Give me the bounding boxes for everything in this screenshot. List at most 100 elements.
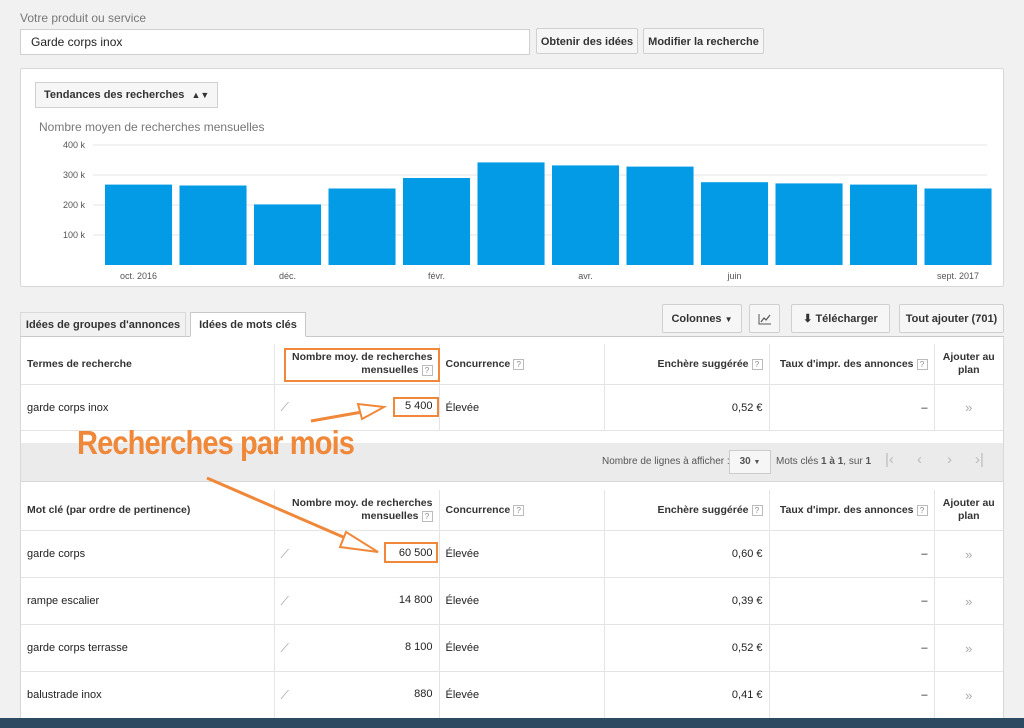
help-icon[interactable]: ? xyxy=(421,510,433,522)
searches-value: 880 xyxy=(414,687,433,700)
prev-page-icon[interactable]: ‹ xyxy=(917,451,922,468)
impr-cell: – xyxy=(769,624,935,672)
header-add[interactable]: Ajouter au plan xyxy=(934,344,1003,385)
competition-cell: Élevée xyxy=(439,624,605,672)
download-label: Télécharger xyxy=(815,313,878,325)
table-row[interactable]: garde corps ⟋ 60 500 Élevée 0,60 € – » xyxy=(21,530,1003,578)
y-tick-label: 300 k xyxy=(63,170,86,180)
table-row[interactable]: rampe escalier ⟋ 14 800 Élevée 0,39 € – » xyxy=(21,577,1003,625)
chart-bar[interactable] xyxy=(701,182,769,265)
double-chevron-right-icon[interactable]: » xyxy=(965,688,972,703)
add-to-plan-cell: » xyxy=(934,671,1003,719)
header-competition[interactable]: Concurrence? xyxy=(439,490,605,531)
impr-cell: – xyxy=(769,671,935,719)
trend-dropdown[interactable]: Tendances des recherches ▲▼ xyxy=(35,82,219,108)
trend-icon[interactable]: ⟋ xyxy=(281,688,289,703)
chart-bar[interactable] xyxy=(179,185,247,266)
double-chevron-right-icon[interactable]: » xyxy=(965,547,972,562)
header-impr[interactable]: Taux d'impr. des annonces? xyxy=(769,344,935,385)
help-icon[interactable]: ? xyxy=(513,504,525,516)
line-chart-button[interactable] xyxy=(749,304,780,333)
keyword-term: rampe escalier xyxy=(21,577,275,625)
line-chart-icon xyxy=(758,314,771,325)
searches-value: 14 800 xyxy=(398,593,433,606)
searches-cell: ⟋ 880 xyxy=(274,671,440,719)
range-text: Mots clés 1 à 1, sur 1 xyxy=(776,456,871,467)
help-icon[interactable]: ? xyxy=(916,358,928,370)
header-bid-label: Enchère suggérée xyxy=(657,504,749,516)
trend-icon[interactable]: ⟋ xyxy=(281,400,289,415)
y-tick-label: 200 k xyxy=(63,200,86,210)
header-bid[interactable]: Enchère suggérée? xyxy=(604,490,770,531)
chart-bar[interactable] xyxy=(254,204,322,265)
table-row[interactable]: balustrade inox ⟋ 880 Élevée 0,41 € – » xyxy=(21,671,1003,719)
header-bid-label: Enchère suggérée xyxy=(657,358,749,370)
header-competition-label: Concurrence xyxy=(445,358,511,370)
add-all-button[interactable]: Tout ajouter (701) xyxy=(899,304,1004,333)
chart-bar[interactable] xyxy=(552,165,620,265)
table-header-row: Mot clé (par ordre de pertinence) Nombre… xyxy=(21,490,1003,531)
trend-icon[interactable]: ⟋ xyxy=(281,547,289,562)
chart-bar[interactable] xyxy=(626,166,694,265)
annotation-text: Recherches par mois xyxy=(77,424,355,461)
help-icon[interactable]: ? xyxy=(751,504,763,516)
impr-cell: – xyxy=(769,530,935,578)
chart-bar[interactable] xyxy=(775,183,843,265)
x-tick-label: oct. 2016 xyxy=(120,271,157,281)
modify-search-button[interactable]: Modifier la recherche xyxy=(643,28,764,54)
columns-button[interactable]: Colonnes ▼ xyxy=(662,304,742,333)
double-chevron-right-icon[interactable]: » xyxy=(965,594,972,609)
product-search-input[interactable] xyxy=(20,29,530,55)
chart-bar[interactable] xyxy=(850,184,918,265)
header-impr[interactable]: Taux d'impr. des annonces? xyxy=(769,490,935,531)
header-search-terms[interactable]: Termes de recherche xyxy=(21,344,275,385)
x-tick-label: avr. xyxy=(578,271,593,281)
y-tick-label: 100 k xyxy=(63,230,86,240)
next-page-icon[interactable]: › xyxy=(947,451,952,468)
chart-bar[interactable] xyxy=(924,188,992,266)
keyword-ideas-table: Mot clé (par ordre de pertinence) Nombre… xyxy=(21,490,1003,719)
get-ideas-button[interactable]: Obtenir des idées xyxy=(536,28,638,54)
tab-ad-groups[interactable]: Idées de groupes d'annonces xyxy=(20,312,186,337)
tab-keywords[interactable]: Idées de mots clés xyxy=(190,312,306,337)
chart-bar[interactable] xyxy=(477,162,545,265)
header-add-line2: plan xyxy=(957,364,980,376)
trend-icon[interactable]: ⟋ xyxy=(281,641,289,656)
trend-icon[interactable]: ⟋ xyxy=(281,594,289,609)
rows-per-page-label: Nombre de lignes à afficher : xyxy=(602,456,730,467)
header-bid[interactable]: Enchère suggérée? xyxy=(604,344,770,385)
annotation-value-highlight xyxy=(384,542,438,563)
range-value: 1 à 1 xyxy=(821,456,844,467)
last-page-icon[interactable]: ›| xyxy=(975,451,984,468)
help-icon[interactable]: ? xyxy=(751,358,763,370)
table-row[interactable]: garde corps terrasse ⟋ 8 100 Élevée 0,52 … xyxy=(21,624,1003,672)
table-header-row: Termes de recherche Nombre moy. de reche… xyxy=(21,344,1003,385)
product-label: Votre produit ou service xyxy=(20,11,147,25)
chart-bar[interactable] xyxy=(403,178,471,265)
double-chevron-right-icon[interactable]: » xyxy=(965,641,972,656)
header-keyword[interactable]: Mot clé (par ordre de pertinence) xyxy=(21,490,275,531)
help-icon[interactable]: ? xyxy=(916,504,928,516)
header-avg-searches[interactable]: Nombre moy. de recherches mensuelles? xyxy=(274,490,440,531)
bid-cell: 0,60 € xyxy=(604,530,770,578)
header-add-line2: plan xyxy=(957,510,980,522)
bid-cell: 0,52 € xyxy=(604,624,770,672)
header-impr-label: Taux d'impr. des annonces xyxy=(779,358,914,370)
double-chevron-right-icon[interactable]: » xyxy=(965,400,972,415)
add-to-plan-cell: » xyxy=(934,530,1003,578)
download-button[interactable]: ⬇ Télécharger xyxy=(791,304,890,333)
chart-bar[interactable] xyxy=(328,188,396,266)
header-competition[interactable]: Concurrence? xyxy=(439,344,605,385)
keyword-term: garde corps terrasse xyxy=(21,624,275,672)
chart-bar[interactable] xyxy=(105,184,173,265)
header-add-line1: Ajouter au xyxy=(942,351,995,363)
help-icon[interactable]: ? xyxy=(513,358,525,370)
x-tick-label: juin xyxy=(727,271,742,281)
rows-per-page-select[interactable]: 30 ▼ xyxy=(729,450,771,474)
first-page-icon[interactable]: |‹ xyxy=(885,451,894,468)
bid-cell: 0,52 € xyxy=(604,384,770,431)
header-add-line1: Ajouter au xyxy=(942,497,995,509)
annotation-value-highlight xyxy=(393,397,439,417)
header-add[interactable]: Ajouter au plan xyxy=(934,490,1003,531)
header-avg-searches-line2: mensuelles xyxy=(361,510,419,522)
